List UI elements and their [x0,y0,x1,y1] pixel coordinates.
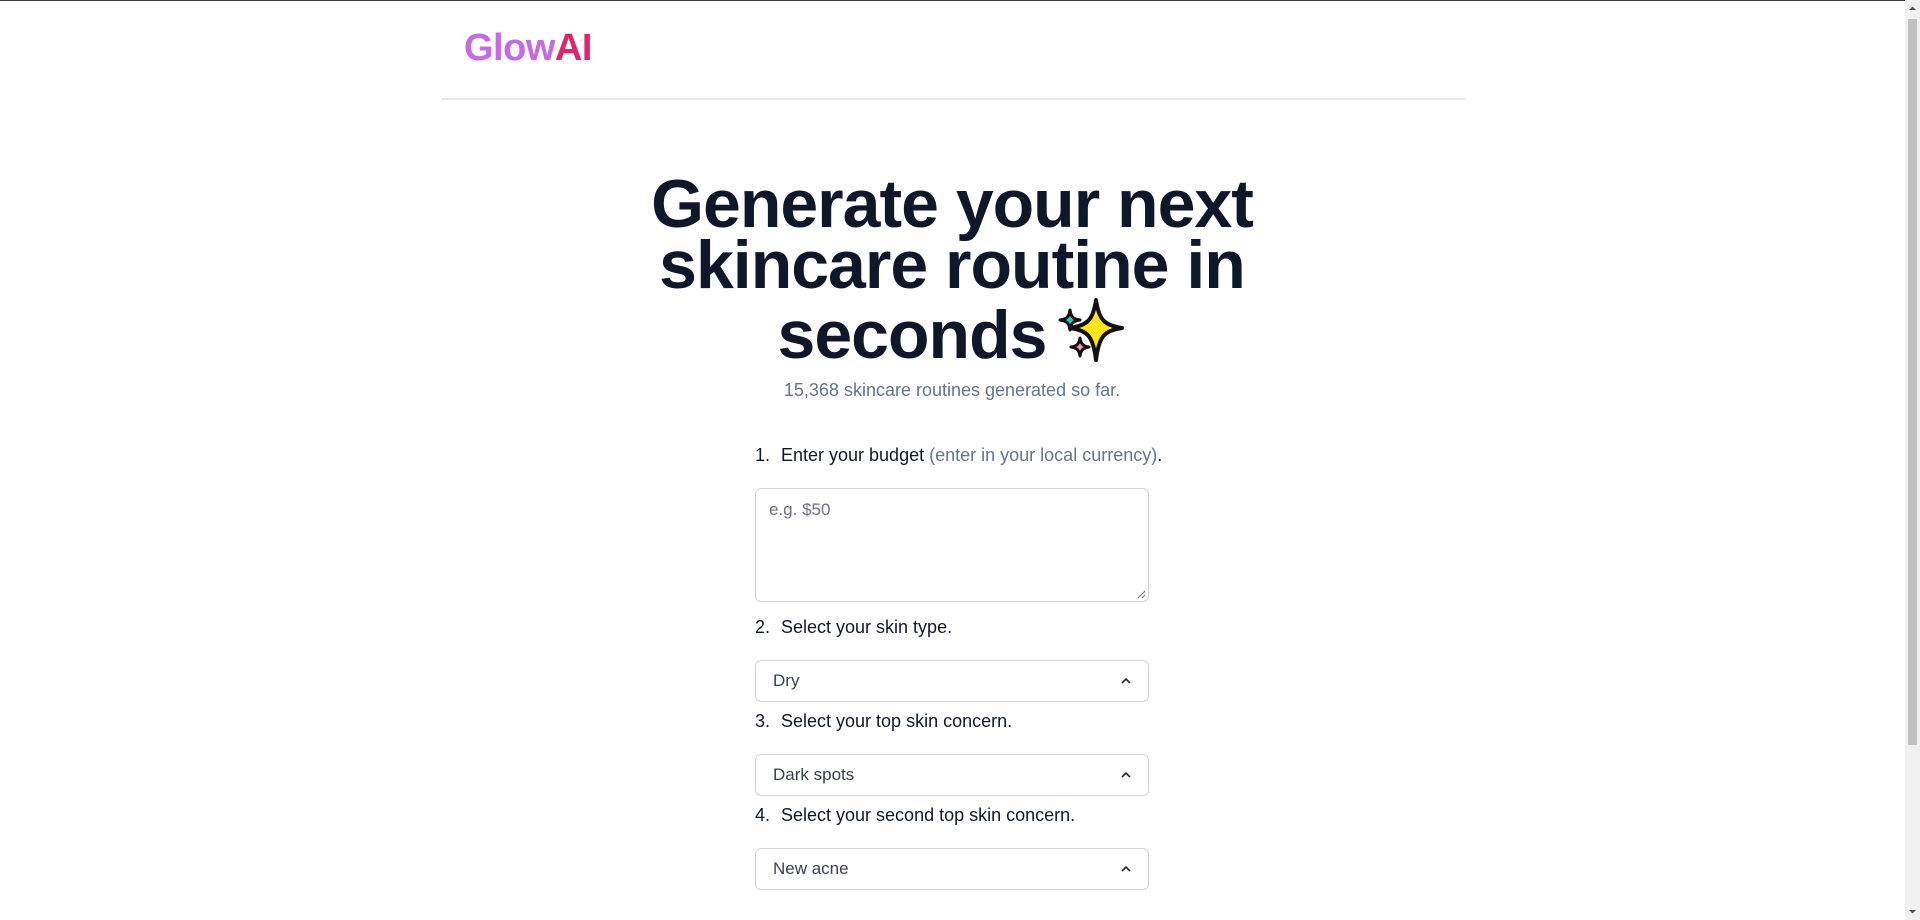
scrollbar-thumb[interactable] [1908,19,1917,745]
step-3-label: 3. Select your top skin concern. [755,711,1013,731]
hero: Generate your next skincare routine in s… [560,170,1344,374]
chevron-up-icon [1121,677,1131,684]
budget-placeholder: e.g. $50 [769,500,831,519]
logo-glow: Glow [464,27,555,69]
top-concern-value: Dark spots [773,765,855,784]
step-4-label: 4. Select your second top skin concern. [755,805,1076,825]
chevron-up-icon [1121,865,1131,872]
logo[interactable]: GlowAI [464,27,592,70]
page-title: Generate your next skincare routine in s… [560,170,1344,374]
step-2-label: 2. Select your skin type. [755,617,953,637]
sparkles-icon [1056,296,1126,374]
top-concern-select[interactable]: Dark spots [755,754,1149,796]
routine-counter: 15,368 skincare routines generated so fa… [783,380,1121,400]
site-header: GlowAI [441,1,1465,100]
chevron-up-icon [1121,771,1131,778]
second-concern-select[interactable]: New acne [755,848,1149,890]
logo-ai: AI [554,27,593,69]
skin-type-value: Dry [773,671,800,690]
budget-hint: (enter in your local currency) [929,445,1158,465]
vertical-scrollbar[interactable] [1905,0,1920,920]
resize-handle-icon[interactable] [1136,589,1146,599]
second-concern-value: New acne [773,859,849,878]
step-1-label: 1. Enter your budget (enter in your local… [755,445,1163,465]
page: GlowAI Generate your next skincare routi… [0,1,1905,920]
page-title-text: Generate your next skincare routine in s… [651,166,1254,373]
scroll-down-arrow-icon[interactable] [1908,907,1917,916]
budget-input[interactable]: e.g. $50 [755,488,1149,602]
skin-type-select[interactable]: Dry [755,660,1149,702]
scroll-up-arrow-icon[interactable] [1908,4,1917,13]
